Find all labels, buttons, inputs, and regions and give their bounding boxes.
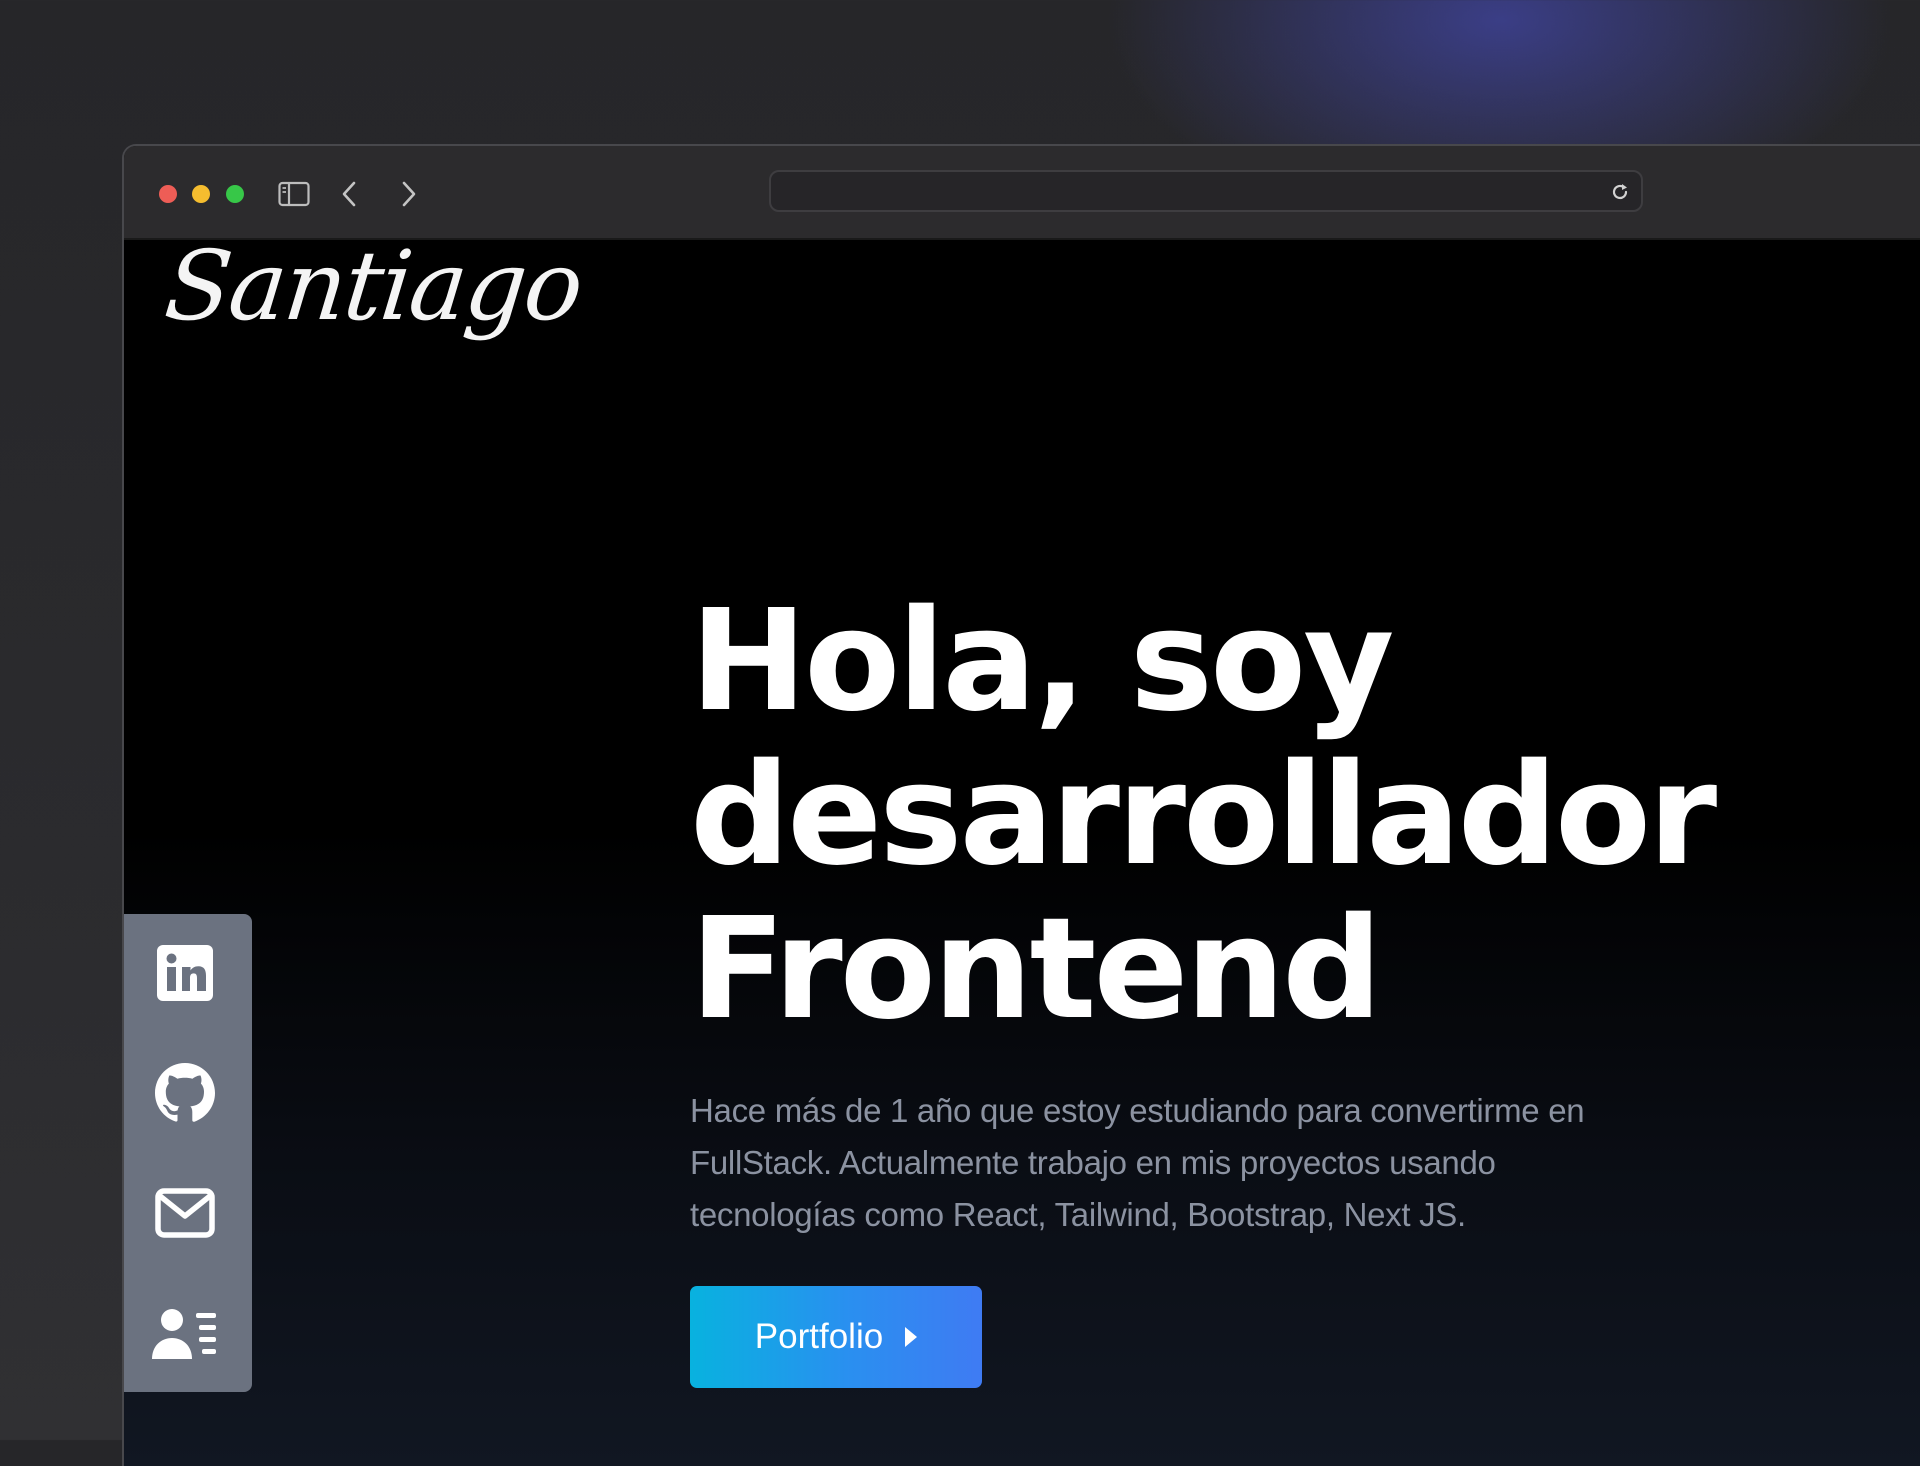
hero-title: Hola, soy desarrollador Frontend [690,585,1790,1047]
caret-right-icon [905,1327,918,1347]
site-logo[interactable]: Santiago [160,230,586,342]
portfolio-button-label: Portfolio [754,1317,884,1356]
mail-icon[interactable] [152,1180,218,1246]
hero-title-line: Hola, soy [690,580,1395,743]
browser-toolbar [124,146,1920,240]
back-icon[interactable] [332,176,368,212]
portfolio-button[interactable]: Portfolio [690,1286,982,1388]
close-window-button[interactable] [159,185,177,203]
address-bar[interactable] [769,170,1643,212]
github-icon[interactable] [152,1060,218,1126]
sidebar-icon[interactable] [276,176,312,212]
hero-title-line: Frontend [690,888,1382,1051]
hero-section: Hola, soy desarrollador Frontend Hace má… [690,585,1790,1241]
forward-icon[interactable] [390,176,426,212]
browser-window: Santiago Hola, soy desarrollador Fronten… [122,144,1920,1466]
minimize-window-button[interactable] [192,185,210,203]
linkedin-icon[interactable] [152,940,218,1006]
portfolio-page: Santiago Hola, soy desarrollador Fronten… [124,230,1920,1466]
reload-icon[interactable] [1609,181,1631,203]
social-links-bar [124,914,252,1392]
hero-description: Hace más de 1 año que estoy estudiando p… [690,1092,1585,1233]
zoom-window-button[interactable] [226,185,244,203]
hero-title-line: desarrollador [690,734,1717,897]
resume-icon[interactable] [152,1300,218,1366]
